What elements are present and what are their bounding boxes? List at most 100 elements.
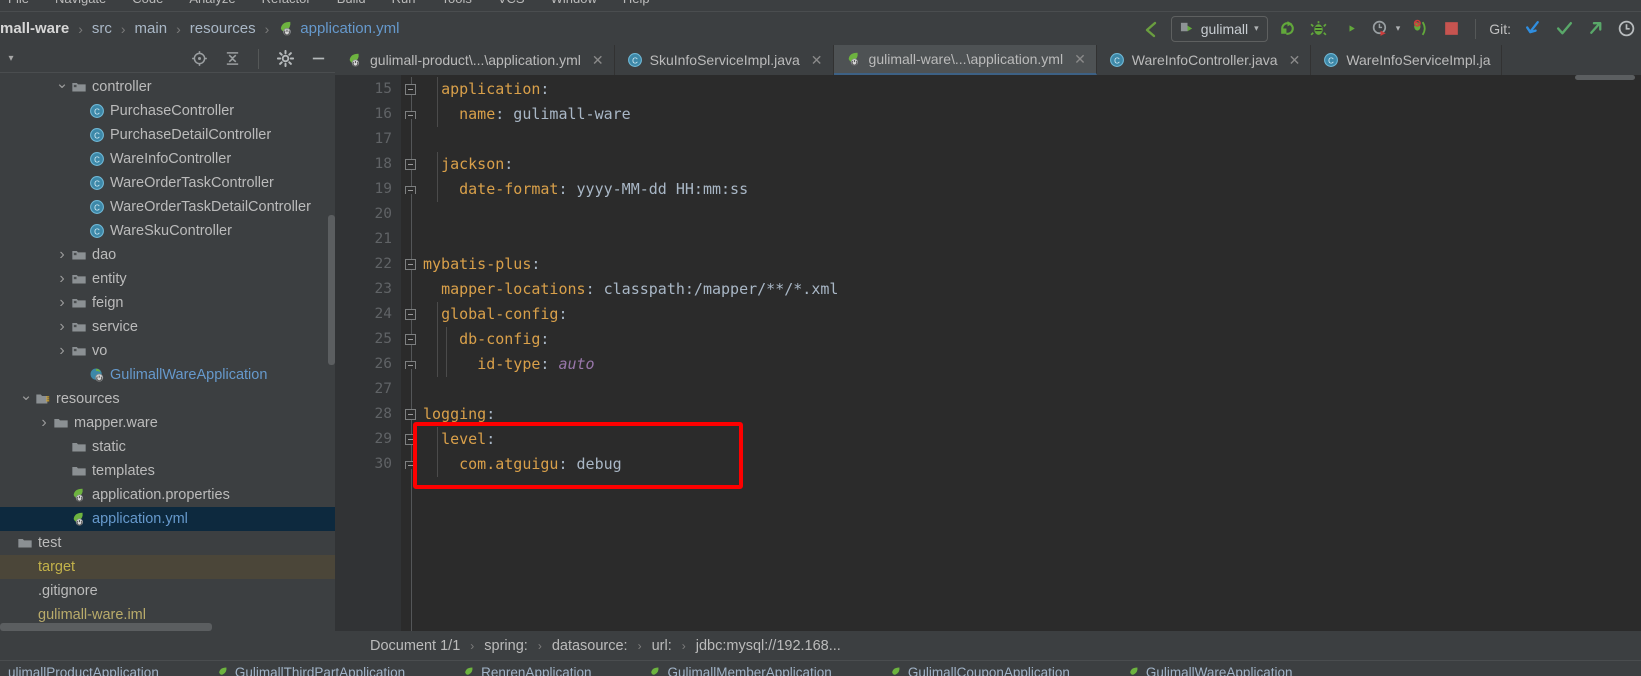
- tree-node-static[interactable]: static: [0, 435, 335, 459]
- breadcrumb-item-src[interactable]: src: [92, 20, 112, 37]
- history-icon[interactable]: [1615, 18, 1637, 40]
- code-editor[interactable]: 15 16 17 18 19 20 21 22 23 24 25 26 27 28 29 30 applica…: [335, 75, 1641, 631]
- breadcrumb-item-resources[interactable]: resources: [190, 20, 256, 37]
- tree-node--gitignore[interactable]: .gitignore: [0, 579, 335, 603]
- tree-node-service[interactable]: › service: [0, 315, 335, 339]
- run-config-entry-ulimallproductapplication[interactable]: ulimallProductApplication: [8, 665, 159, 676]
- project-tree-horizontal-scrollbar[interactable]: [0, 623, 212, 631]
- tree-node-controller[interactable]: ⌄ controller: [0, 75, 335, 99]
- tree-node-purchasecontroller[interactable]: C PurchaseController: [0, 99, 335, 123]
- run-config-entry-gulimallthirdpartapplication[interactable]: GulimallThirdPartApplication: [217, 665, 405, 676]
- tree-node-dao[interactable]: › dao: [0, 243, 335, 267]
- run-icon[interactable]: [1277, 18, 1299, 40]
- tree-node-vo[interactable]: › vo: [0, 339, 335, 363]
- chevron-down-icon[interactable]: ⌄: [54, 74, 70, 92]
- close-icon[interactable]: ✕: [592, 52, 604, 69]
- chevron-down-icon[interactable]: ⌄: [18, 386, 34, 404]
- menu-item-refactor[interactable]: Refactor: [262, 0, 311, 5]
- breadcrumb-item-application-yml[interactable]: application.yml: [278, 20, 399, 37]
- fold-collapse-icon[interactable]: [405, 409, 416, 420]
- tree-node-mapper-ware[interactable]: › mapper.ware: [0, 411, 335, 435]
- back-arrow-icon[interactable]: [1140, 18, 1162, 40]
- menu-item-window[interactable]: Window: [551, 0, 597, 5]
- push-icon[interactable]: [1584, 18, 1606, 40]
- tree-node-gulimallwareapplication[interactable]: GulimallWareApplication: [0, 363, 335, 387]
- fold-end-marker-icon[interactable]: [405, 361, 416, 369]
- menu-item-tools[interactable]: Tools: [442, 0, 472, 5]
- run-configuration-selector[interactable]: gulimall ▾: [1170, 15, 1268, 42]
- menu-item-vcs[interactable]: VCS: [498, 0, 525, 5]
- status-breadcrumb-item[interactable]: spring:: [484, 638, 528, 654]
- status-breadcrumb-item[interactable]: Document 1/1: [370, 638, 460, 654]
- fold-collapse-icon[interactable]: [405, 159, 416, 170]
- chevron-down-icon-profiler[interactable]: ▾: [1396, 23, 1401, 34]
- editor-tab-wareinfocontroller-java[interactable]: C WareInfoController.java ✕: [1097, 45, 1312, 75]
- chevron-down-icon[interactable]: ▾: [1254, 23, 1259, 34]
- code-text[interactable]: application: name: gulimall-ware jackson…: [423, 75, 1641, 631]
- editor-scrollbar-thumb[interactable]: [1575, 75, 1635, 80]
- status-breadcrumb-item[interactable]: url:: [652, 638, 672, 654]
- collapse-all-icon[interactable]: [221, 48, 243, 70]
- run-config-entry-gulimallmemberapplication[interactable]: GulimallMemberApplication: [649, 665, 832, 676]
- locate-icon[interactable]: [188, 48, 210, 70]
- tree-node-wareskucontroller[interactable]: C WareSkuController: [0, 219, 335, 243]
- tree-node-target[interactable]: target: [0, 555, 335, 579]
- project-tree-vertical-scrollbar[interactable]: [328, 215, 335, 365]
- editor-tab-bar[interactable]: gulimall-product\...\application.yml ✕ C Sk…: [335, 45, 1641, 75]
- status-breadcrumb-item[interactable]: datasource:: [552, 638, 628, 654]
- commit-icon[interactable]: [1553, 18, 1575, 40]
- attach-debugger-icon[interactable]: [1409, 18, 1431, 40]
- hide-panel-icon[interactable]: [307, 48, 329, 70]
- tree-node-resources[interactable]: ⌄ resources: [0, 387, 335, 411]
- chevron-right-icon[interactable]: ›: [54, 270, 70, 288]
- main-menu-bar[interactable]: File Navigate Code Analyze Refactor Build Run T…: [0, 0, 1641, 11]
- chevron-right-icon[interactable]: ›: [36, 414, 52, 432]
- debug-icon[interactable]: [1308, 18, 1330, 40]
- status-breadcrumb-item[interactable]: jdbc:mysql://192.168...: [696, 638, 841, 654]
- chevron-right-icon[interactable]: ›: [54, 342, 70, 360]
- close-icon[interactable]: ✕: [811, 52, 823, 69]
- chevron-right-icon[interactable]: ›: [54, 246, 70, 264]
- close-icon[interactable]: ✕: [1074, 51, 1086, 68]
- close-icon[interactable]: ✕: [1289, 52, 1301, 69]
- project-tree[interactable]: ⌄ controller C PurchaseController C PurchaseD…: [0, 73, 335, 631]
- tree-node-templates[interactable]: templates: [0, 459, 335, 483]
- fold-collapse-icon[interactable]: [405, 259, 416, 270]
- fold-end-marker-icon[interactable]: [405, 461, 416, 469]
- fold-collapse-icon[interactable]: [405, 334, 416, 345]
- breadcrumb-item-mall-ware[interactable]: mall-ware: [0, 20, 69, 37]
- breadcrumb[interactable]: mall-ware › src › main › resources › application…: [0, 20, 399, 37]
- tree-node-test[interactable]: test: [0, 531, 335, 555]
- editor-breadcrumb-bar[interactable]: Document 1/1 › spring: › datasource: › url: › jd…: [335, 631, 1641, 660]
- tree-node-wareinfocontroller[interactable]: C WareInfoController: [0, 147, 335, 171]
- tree-node-wareordertaskcontroller[interactable]: C WareOrderTaskController: [0, 171, 335, 195]
- editor-tab-wareinfoserviceimpl-ja[interactable]: C WareInfoServiceImpl.ja: [1311, 45, 1502, 75]
- profiler-icon[interactable]: [1370, 18, 1392, 40]
- update-project-icon[interactable]: [1522, 18, 1544, 40]
- fold-end-marker-icon[interactable]: [405, 111, 416, 119]
- chevron-right-icon[interactable]: ›: [54, 294, 70, 312]
- fold-collapse-icon[interactable]: [405, 84, 416, 95]
- run-dashboard-strip[interactable]: ulimallProductApplication GulimallThirdPa…: [0, 660, 1641, 676]
- code-folding-column[interactable]: [401, 75, 423, 631]
- tree-node-feign[interactable]: › feign: [0, 291, 335, 315]
- menu-item-code[interactable]: Code: [132, 0, 163, 5]
- editor-tab-skuinfoserviceimpl-java[interactable]: C SkuInfoServiceImpl.java ✕: [615, 45, 834, 75]
- menu-item-build[interactable]: Build: [337, 0, 366, 5]
- tree-node-purchasedetailcontroller[interactable]: C PurchaseDetailController: [0, 123, 335, 147]
- tree-node-application-properties[interactable]: application.properties: [0, 483, 335, 507]
- menu-item-navigate[interactable]: Navigate: [55, 0, 106, 5]
- menu-item-run[interactable]: Run: [392, 0, 416, 5]
- editor-tab-gulimall-ware-application-yml[interactable]: gulimall-ware\...\application.yml ✕: [833, 45, 1097, 75]
- run-config-entry-renrenapplication[interactable]: RenrenApplication: [463, 665, 591, 676]
- menu-item-help[interactable]: Help: [623, 0, 650, 5]
- project-view-selector[interactable]: ▾: [0, 53, 22, 64]
- run-config-entry-gulimallwareapplication[interactable]: GulimallWareApplication: [1128, 665, 1292, 676]
- fold-end-marker-icon[interactable]: [405, 186, 416, 194]
- fold-collapse-icon[interactable]: [405, 309, 416, 320]
- settings-gear-icon[interactable]: [274, 48, 296, 70]
- run-config-entry-gulimallcouponapplication[interactable]: GulimallCouponApplication: [890, 665, 1070, 676]
- menu-item-analyze[interactable]: Analyze: [189, 0, 235, 5]
- fold-collapse-icon[interactable]: [405, 434, 416, 445]
- tree-node-entity[interactable]: › entity: [0, 267, 335, 291]
